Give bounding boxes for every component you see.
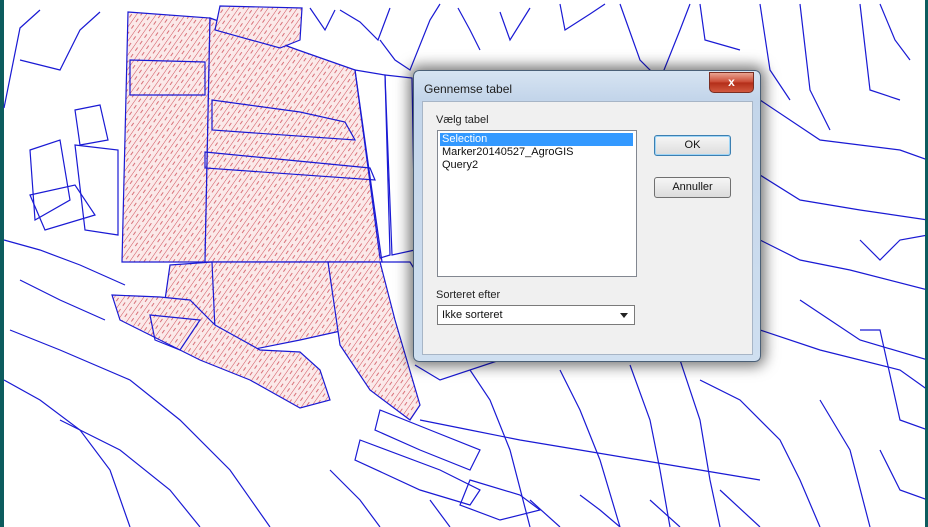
dialog-body: Vælg tabel Selection Marker20140527_Agro… xyxy=(422,101,753,355)
dialog-titlebar[interactable]: Gennemse tabel x xyxy=(414,71,760,101)
ok-button[interactable]: OK xyxy=(654,135,731,156)
list-item-query2[interactable]: Query2 xyxy=(440,159,633,172)
dialog-title: Gennemse tabel xyxy=(424,82,513,96)
list-item-marker[interactable]: Marker20140527_AgroGIS xyxy=(440,146,633,159)
sort-dropdown[interactable]: Ikke sorteret xyxy=(437,305,635,325)
table-listbox[interactable]: Selection Marker20140527_AgroGIS Query2 xyxy=(437,130,637,277)
browse-table-dialog: Gennemse tabel x Vælg tabel Selection Ma… xyxy=(413,70,761,362)
list-item-selection[interactable]: Selection xyxy=(440,133,633,146)
chevron-down-icon xyxy=(620,313,628,318)
sort-label: Sorteret efter xyxy=(436,289,501,301)
close-icon: x xyxy=(728,75,735,89)
close-button[interactable]: x xyxy=(709,72,754,93)
table-label: Vælg tabel xyxy=(436,114,489,126)
cancel-button[interactable]: Annuller xyxy=(654,177,731,198)
sort-dropdown-value: Ikke sorteret xyxy=(442,309,503,321)
